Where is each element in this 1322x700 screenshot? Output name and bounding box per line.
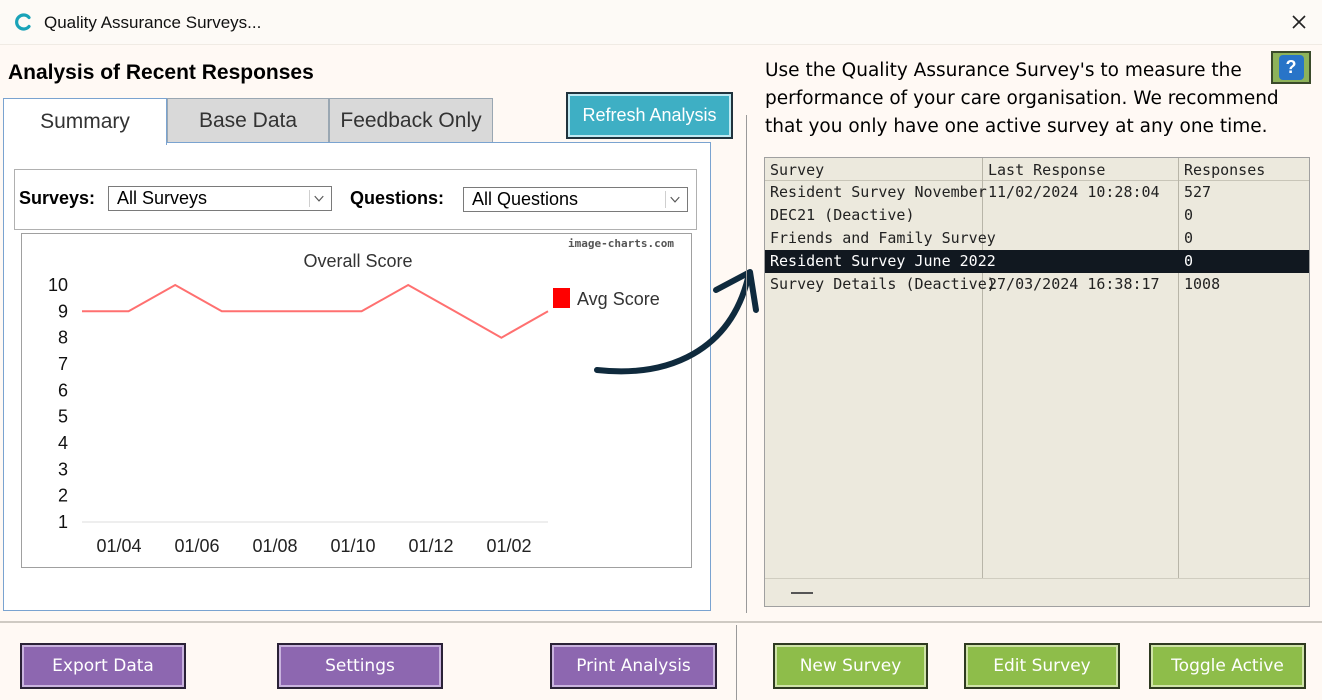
export-data-button[interactable]: Export Data — [20, 643, 186, 689]
x-tick-label: 01/02 — [486, 536, 531, 556]
survey-name: Resident Survey November — [770, 183, 987, 201]
y-tick-label: 8 — [58, 328, 68, 348]
close-icon[interactable] — [1287, 10, 1311, 34]
chart-title: Overall Score — [303, 251, 412, 271]
questions-select-value: All Questions — [472, 189, 579, 209]
chevron-down-icon — [665, 191, 680, 208]
new-survey-button[interactable]: New Survey — [773, 643, 928, 689]
responses-count: 0 — [1184, 229, 1194, 247]
toolbar-divider — [736, 625, 737, 700]
y-tick-label: 1 — [58, 512, 68, 532]
filter-panel: Surveys: All Surveys Questions: All Ques… — [14, 169, 697, 230]
y-tick-label: 2 — [58, 486, 68, 506]
chart-watermark: image-charts.com — [568, 237, 674, 250]
survey-name: Friends and Family Survey — [770, 229, 996, 247]
survey-list[interactable]: Survey Last Response Responses Resident … — [764, 157, 1310, 607]
survey-list-header: Survey Last Response Responses — [765, 158, 1309, 181]
last-response: 11/02/2024 10:28:04 — [988, 183, 1160, 201]
x-tick-label: 01/10 — [330, 536, 375, 556]
refresh-analysis-button[interactable]: Refresh Analysis — [566, 92, 733, 139]
questions-select[interactable]: All Questions — [463, 187, 688, 212]
y-tick-label: 4 — [58, 433, 68, 453]
list-item[interactable]: DEC21 (Deactive) 0 — [765, 204, 1309, 227]
y-tick-label: 5 — [58, 407, 68, 427]
x-tick-label: 01/08 — [252, 536, 297, 556]
x-tick-label: 01/12 — [408, 536, 453, 556]
tab-base-data[interactable]: Base Data — [167, 98, 329, 143]
survey-name: DEC21 (Deactive) — [770, 206, 915, 224]
help-button[interactable]: ? — [1271, 51, 1311, 84]
y-tick-label: 7 — [58, 354, 68, 374]
column-header-last-response[interactable]: Last Response — [988, 161, 1105, 179]
y-tick-label: 9 — [58, 301, 68, 321]
annotation-arrow-icon — [594, 269, 759, 375]
toggle-active-button[interactable]: Toggle Active — [1149, 643, 1306, 689]
settings-button[interactable]: Settings — [277, 643, 443, 689]
list-item-selected[interactable]: Resident Survey June 2022 0 — [765, 250, 1309, 273]
app-logo-icon — [15, 13, 31, 31]
print-analysis-button[interactable]: Print Analysis — [550, 643, 717, 689]
minus-icon[interactable] — [791, 592, 813, 594]
tab-feedback-only[interactable]: Feedback Only — [329, 98, 493, 143]
questions-label: Questions: — [350, 188, 445, 208]
survey-name: Survey Details (Deactive) — [770, 275, 996, 293]
responses-count: 0 — [1184, 206, 1194, 224]
y-tick-label: 10 — [48, 275, 68, 295]
panel-divider — [746, 115, 747, 613]
surveys-label: Surveys: — [19, 188, 96, 208]
column-header-survey[interactable]: Survey — [770, 161, 824, 179]
page-title: Analysis of Recent Responses — [8, 61, 314, 84]
edit-survey-button[interactable]: Edit Survey — [964, 643, 1120, 689]
tab-summary[interactable]: Summary — [3, 98, 167, 145]
x-tick-label: 01/04 — [96, 536, 141, 556]
last-response: 27/03/2024 16:38:17 — [988, 275, 1160, 293]
list-item[interactable]: Friends and Family Survey 0 — [765, 227, 1309, 250]
window-body: Analysis of Recent Responses Summary Bas… — [0, 45, 1322, 700]
series-line-avg-score — [82, 283, 549, 339]
legend-swatch — [553, 288, 570, 308]
list-item[interactable]: Survey Details (Deactive) 27/03/2024 16:… — [765, 273, 1309, 296]
responses-count: 1008 — [1184, 275, 1221, 293]
y-tick-label: 6 — [58, 380, 68, 400]
chevron-down-icon — [309, 190, 324, 207]
x-tick-label: 01/06 — [174, 536, 219, 556]
survey-list-footer — [765, 578, 1309, 606]
surveys-select-value: All Surveys — [117, 188, 208, 208]
column-header-responses[interactable]: Responses — [1184, 161, 1265, 179]
list-item[interactable]: Resident Survey November 11/02/2024 10:2… — [765, 181, 1309, 204]
y-tick-label: 3 — [58, 459, 68, 479]
surveys-select[interactable]: All Surveys — [108, 186, 332, 211]
responses-count: 527 — [1184, 183, 1212, 201]
responses-count: 0 — [1184, 252, 1194, 270]
intro-text: Use the Quality Assurance Survey's to me… — [765, 60, 1279, 137]
survey-name: Resident Survey June 2022 — [770, 252, 996, 270]
window-title: Quality Assurance Surveys... — [44, 13, 262, 32]
title-bar: Quality Assurance Surveys... — [0, 0, 1322, 45]
help-icon: ? — [1278, 55, 1304, 80]
